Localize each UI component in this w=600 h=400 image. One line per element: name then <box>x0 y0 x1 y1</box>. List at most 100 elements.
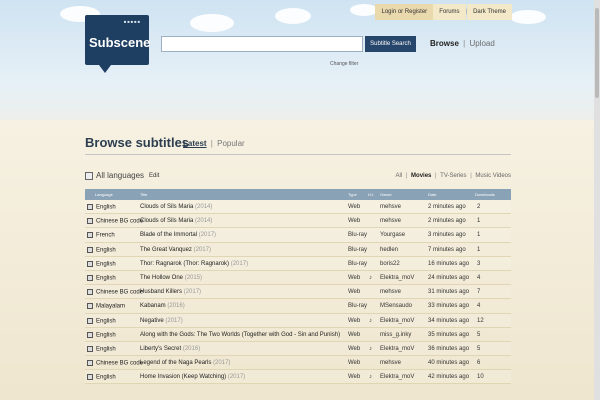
row-title-link[interactable]: Along with the Gods: The Two Worlds (Tog… <box>140 332 340 338</box>
row-owner-link[interactable]: boris22 <box>380 261 400 267</box>
row-type: Web <box>348 374 361 381</box>
nav-browse[interactable]: Browse <box>430 39 459 48</box>
row-downloads: 4 <box>477 303 481 310</box>
row-owner-link[interactable]: miss_g.inky <box>380 332 411 338</box>
nav-upload[interactable]: Upload <box>469 39 494 48</box>
language-edit-link[interactable]: Edit <box>149 173 159 179</box>
dark-theme-link[interactable]: Dark Theme <box>467 4 512 20</box>
logo-dots: ■■■■■ <box>123 19 141 24</box>
nav-separator: | <box>463 39 466 48</box>
language-flag-icon <box>87 218 93 225</box>
row-owner-link[interactable]: Elektra_moV <box>380 346 414 352</box>
category-music-videos[interactable]: Music Videos <box>475 173 511 179</box>
row-type: Web <box>348 360 361 367</box>
table-row[interactable]: English Clouds of Sils Maria (2014) Web … <box>85 200 511 215</box>
table-row[interactable]: Chinese BG code Clouds of Sils Maria (20… <box>85 214 511 229</box>
row-title-link[interactable]: Blade of the Immortal (2017) <box>140 232 216 238</box>
category-movies[interactable]: Movies <box>411 173 431 179</box>
category-all[interactable]: All <box>395 173 402 179</box>
language-flag-icon <box>87 246 93 253</box>
row-title-link[interactable]: Home Invasion (Keep Watching) (2017) <box>140 374 245 380</box>
table-row[interactable]: English Liberty's Secret (2016) Web ♪ El… <box>85 341 511 357</box>
tab-popular[interactable]: Popular <box>217 139 245 148</box>
search-input[interactable] <box>161 36 363 52</box>
row-owner-link[interactable]: mehsve <box>380 218 401 224</box>
table-row[interactable]: English Thor: Ragnarok (Thor: Ragnarok) … <box>85 256 511 271</box>
row-language: Chinese BG code <box>87 289 143 296</box>
table-row[interactable]: English Along with the Gods: The Two Wor… <box>85 328 511 342</box>
row-downloads: 2 <box>477 204 481 210</box>
language-flag-icon <box>87 274 93 281</box>
language-flag-icon <box>87 232 93 239</box>
row-language: English <box>87 374 116 381</box>
row-downloads: 5 <box>477 331 481 338</box>
row-downloads: 5 <box>477 345 481 352</box>
logo-tail <box>99 65 111 73</box>
row-owner-link[interactable]: hedlen <box>380 247 398 253</box>
table-row[interactable]: Malayalam Kabanam (2016) Blu-ray MSensau… <box>85 299 511 314</box>
login-register-link[interactable]: Login or Register <box>375 4 434 20</box>
row-title-link[interactable]: Legend of the Naga Pearls (2017) <box>140 360 230 366</box>
category-tv-series[interactable]: TV-Series <box>440 173 466 179</box>
language-flag-icon <box>87 204 93 210</box>
row-owner-link[interactable]: mehsve <box>380 204 401 210</box>
table-row[interactable]: English The Great Vanquez (2017) Blu-ray… <box>85 243 511 257</box>
language-flag-icon <box>87 303 93 310</box>
subtitle-search-button[interactable]: Subtitle Search <box>365 36 416 52</box>
table-row[interactable]: French Blade of the Immortal (2017) Blu-… <box>85 228 511 243</box>
row-title-link[interactable]: Thor: Ragnarok (Thor: Ragnarok) (2017) <box>140 261 248 267</box>
row-title-link[interactable]: The Great Vanquez (2017) <box>140 247 211 253</box>
logo-text: Subscene <box>89 35 151 50</box>
table-body: English Clouds of Sils Maria (2014) Web … <box>85 200 511 385</box>
table-row[interactable]: English Home Invasion (Keep Watching) (2… <box>85 370 511 385</box>
row-language: English <box>87 204 116 211</box>
row-owner-link[interactable]: Elektra_moV <box>380 318 414 324</box>
change-filter-link[interactable]: Change filter <box>330 61 358 67</box>
header-owner[interactable]: Owner <box>380 192 392 197</box>
row-title-link[interactable]: Negative (2017) <box>140 318 183 324</box>
row-title-link[interactable]: Clouds of Sils Maria (2014) <box>140 218 212 224</box>
tab-latest[interactable]: Latest <box>183 139 207 148</box>
forums-link[interactable]: Forums <box>433 4 466 20</box>
row-type: Web <box>348 317 361 324</box>
language-flag-icon <box>87 345 93 352</box>
row-owner-link[interactable]: MSensaudo <box>380 303 412 309</box>
language-filter: All languages Edit <box>85 171 159 180</box>
language-flag-icon <box>87 331 93 338</box>
table-row[interactable]: English The Hollow One (2015) Web ♪ Elek… <box>85 271 511 286</box>
scrollbar-thumb[interactable] <box>595 8 599 98</box>
header-language[interactable]: Language <box>95 192 113 197</box>
row-owner-link[interactable]: Elektra_moV <box>380 275 414 281</box>
table-row[interactable]: Chinese BG code Husband Killers (2017) W… <box>85 285 511 300</box>
language-flag-icon <box>87 260 93 267</box>
row-language: English <box>87 345 116 352</box>
scrollbar[interactable] <box>594 0 600 400</box>
row-owner-link[interactable]: mehsve <box>380 289 401 295</box>
subscene-logo[interactable]: ■■■■■ Subscene <box>85 15 151 73</box>
row-title-link[interactable]: Clouds of Sils Maria (2014) <box>140 204 212 210</box>
row-title-link[interactable]: Kabanam (2016) <box>140 303 185 309</box>
row-owner-link[interactable]: mehsve <box>380 360 401 366</box>
header-hi[interactable]: H.I. <box>368 192 374 197</box>
row-type: Web <box>348 289 361 296</box>
row-title-link[interactable]: Husband Killers (2017) <box>140 289 201 295</box>
header-date[interactable]: Date <box>428 192 436 197</box>
row-date: 3 minutes ago <box>428 232 466 239</box>
language-flag-icon <box>87 360 93 367</box>
row-owner-link[interactable]: Elektra_moV <box>380 374 414 380</box>
row-date: 33 minutes ago <box>428 303 470 310</box>
header-title[interactable]: Title <box>140 192 147 197</box>
header-type[interactable]: Type <box>348 192 357 197</box>
table-row[interactable]: Chinese BG code Legend of the Naga Pearl… <box>85 356 511 371</box>
table-row[interactable]: English Negative (2017) Web ♪ Elektra_mo… <box>85 313 511 328</box>
row-date: 16 minutes ago <box>428 260 470 267</box>
row-downloads: 1 <box>477 246 481 253</box>
language-flag-icon <box>87 374 93 381</box>
row-owner-link[interactable]: Yourgase <box>380 232 405 238</box>
header-downloads[interactable]: Downloads <box>475 192 495 197</box>
row-title-link[interactable]: Liberty's Secret (2016) <box>140 346 200 352</box>
row-title-link[interactable]: The Hollow One (2015) <box>140 275 202 281</box>
row-hi-icon: ♪ <box>369 374 372 381</box>
category-separator: | <box>405 173 408 179</box>
row-date: 35 minutes ago <box>428 331 470 338</box>
